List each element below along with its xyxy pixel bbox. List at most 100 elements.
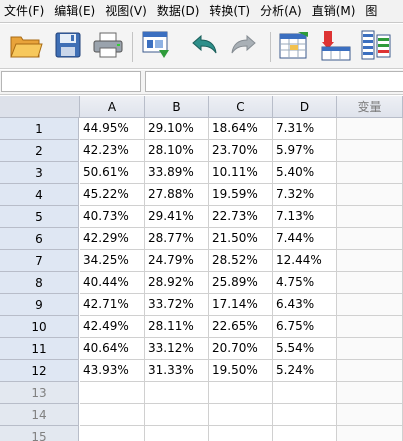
- row-header[interactable]: 15: [0, 426, 79, 441]
- redo-button[interactable]: [226, 30, 262, 64]
- grid-corner[interactable]: [0, 96, 80, 118]
- table-cell[interactable]: [273, 404, 337, 426]
- table-cell[interactable]: 28.10%: [145, 140, 209, 162]
- table-cell[interactable]: [337, 272, 403, 294]
- table-cell[interactable]: [337, 140, 403, 162]
- table-cell[interactable]: [337, 294, 403, 316]
- table-cell[interactable]: 19.59%: [209, 184, 273, 206]
- table-cell[interactable]: 27.88%: [145, 184, 209, 206]
- cell-value-field[interactable]: [145, 71, 403, 92]
- table-cell[interactable]: 12.44%: [273, 250, 337, 272]
- table-cell[interactable]: [209, 382, 273, 404]
- column-header-d[interactable]: D: [273, 96, 337, 118]
- table-cell[interactable]: 17.14%: [209, 294, 273, 316]
- undo-button[interactable]: [186, 30, 222, 64]
- table-cell[interactable]: 33.12%: [145, 338, 209, 360]
- table-cell[interactable]: 40.44%: [80, 272, 145, 294]
- open-button[interactable]: [8, 30, 44, 64]
- table-cell[interactable]: 42.49%: [80, 316, 145, 338]
- menu-data[interactable]: 数据(D): [152, 0, 205, 23]
- print-button[interactable]: [90, 30, 126, 64]
- table-cell[interactable]: [337, 250, 403, 272]
- table-cell[interactable]: 7.32%: [273, 184, 337, 206]
- save-button[interactable]: [50, 30, 86, 64]
- menu-analyze[interactable]: 分析(A): [255, 0, 307, 23]
- table-cell[interactable]: [80, 382, 145, 404]
- table-cell[interactable]: 4.75%: [273, 272, 337, 294]
- table-cell[interactable]: [209, 404, 273, 426]
- table-cell[interactable]: [337, 404, 403, 426]
- table-cell[interactable]: [337, 162, 403, 184]
- menu-direct-marketing[interactable]: 直销(M): [307, 0, 361, 23]
- row-header[interactable]: 3: [0, 162, 79, 184]
- row-header[interactable]: 13: [0, 382, 79, 404]
- table-cell[interactable]: 28.11%: [145, 316, 209, 338]
- table-cell[interactable]: 33.72%: [145, 294, 209, 316]
- table-cell[interactable]: 28.52%: [209, 250, 273, 272]
- table-cell[interactable]: [209, 426, 273, 441]
- table-cell[interactable]: 21.50%: [209, 228, 273, 250]
- row-header[interactable]: 7: [0, 250, 79, 272]
- table-cell[interactable]: 42.71%: [80, 294, 145, 316]
- row-header[interactable]: 6: [0, 228, 79, 250]
- table-cell[interactable]: 23.70%: [209, 140, 273, 162]
- goto-case-button[interactable]: [276, 30, 312, 64]
- table-cell[interactable]: 31.33%: [145, 360, 209, 382]
- table-cell[interactable]: 34.25%: [80, 250, 145, 272]
- table-cell[interactable]: 45.22%: [80, 184, 145, 206]
- table-cell[interactable]: [337, 228, 403, 250]
- table-cell[interactable]: 6.43%: [273, 294, 337, 316]
- menu-view[interactable]: 视图(V): [100, 0, 152, 23]
- table-cell[interactable]: [145, 382, 209, 404]
- menu-transform[interactable]: 转换(T): [204, 0, 255, 23]
- table-cell[interactable]: 5.40%: [273, 162, 337, 184]
- row-header[interactable]: 1: [0, 118, 79, 140]
- table-cell[interactable]: 42.29%: [80, 228, 145, 250]
- menu-edit[interactable]: 编辑(E): [49, 0, 100, 23]
- column-header-variable[interactable]: 变量: [337, 96, 403, 118]
- table-cell[interactable]: [337, 206, 403, 228]
- row-header[interactable]: 14: [0, 404, 79, 426]
- column-header-b[interactable]: B: [145, 96, 209, 118]
- row-header[interactable]: 4: [0, 184, 79, 206]
- table-cell[interactable]: [80, 404, 145, 426]
- menu-file[interactable]: 文件(F): [0, 0, 49, 23]
- table-cell[interactable]: [337, 360, 403, 382]
- recall-dialog-button[interactable]: [138, 30, 174, 64]
- table-cell[interactable]: [80, 426, 145, 441]
- table-cell[interactable]: 10.11%: [209, 162, 273, 184]
- table-cell[interactable]: [273, 426, 337, 441]
- table-cell[interactable]: 43.93%: [80, 360, 145, 382]
- table-cell[interactable]: 42.23%: [80, 140, 145, 162]
- cell-name-field[interactable]: [1, 71, 141, 92]
- table-cell[interactable]: 22.65%: [209, 316, 273, 338]
- table-cell[interactable]: 50.61%: [80, 162, 145, 184]
- table-cell[interactable]: 28.77%: [145, 228, 209, 250]
- table-cell[interactable]: 7.13%: [273, 206, 337, 228]
- row-header[interactable]: 9: [0, 294, 79, 316]
- menu-graphs[interactable]: 图: [360, 0, 382, 23]
- row-header[interactable]: 12: [0, 360, 79, 382]
- table-cell[interactable]: 28.92%: [145, 272, 209, 294]
- table-cell[interactable]: [337, 426, 403, 441]
- table-cell[interactable]: 7.44%: [273, 228, 337, 250]
- variables-button[interactable]: [358, 30, 394, 64]
- table-cell[interactable]: [337, 316, 403, 338]
- table-cell[interactable]: 5.54%: [273, 338, 337, 360]
- table-cell[interactable]: [145, 426, 209, 441]
- table-cell[interactable]: 5.97%: [273, 140, 337, 162]
- table-cell[interactable]: 20.70%: [209, 338, 273, 360]
- table-cell[interactable]: 7.31%: [273, 118, 337, 140]
- table-cell[interactable]: 29.41%: [145, 206, 209, 228]
- table-cell[interactable]: 29.10%: [145, 118, 209, 140]
- table-cell[interactable]: [337, 118, 403, 140]
- table-cell[interactable]: 22.73%: [209, 206, 273, 228]
- table-cell[interactable]: [337, 382, 403, 404]
- table-cell[interactable]: 33.89%: [145, 162, 209, 184]
- table-cell[interactable]: 25.89%: [209, 272, 273, 294]
- row-header[interactable]: 2: [0, 140, 79, 162]
- table-cell[interactable]: 6.75%: [273, 316, 337, 338]
- table-cell[interactable]: 24.79%: [145, 250, 209, 272]
- column-header-c[interactable]: C: [209, 96, 273, 118]
- table-cell[interactable]: 40.64%: [80, 338, 145, 360]
